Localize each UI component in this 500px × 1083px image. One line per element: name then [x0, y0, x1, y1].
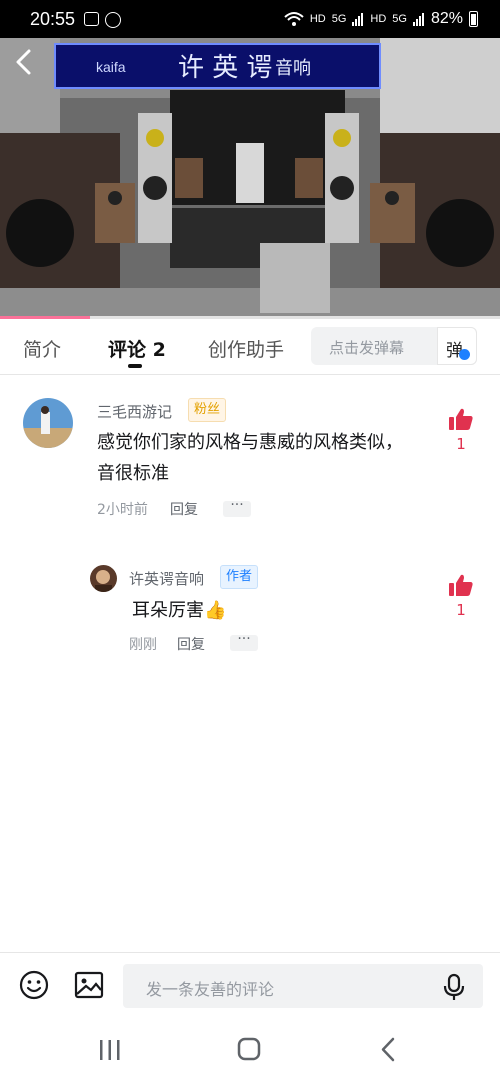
reply-username[interactable]: 许英谔音响 [129, 568, 204, 589]
back-icon [16, 49, 31, 75]
banner-brand-text: kaifa [96, 59, 126, 75]
emoji-button[interactable] [18, 969, 50, 1001]
comment-text[interactable]: 感觉你们家的风格与惠威的风格类似，音很标准 [97, 427, 407, 489]
author-badge: 作者 [220, 565, 259, 589]
tab-active-indicator [128, 364, 142, 368]
network-hd-label: HD [309, 13, 326, 25]
thumbs-up-icon [449, 408, 473, 430]
image-icon [74, 971, 104, 999]
avatar-image [90, 565, 117, 592]
banner-sub-text: 音响 [275, 58, 311, 79]
avatar[interactable] [23, 398, 73, 448]
back-button[interactable] [8, 44, 38, 80]
home-icon [237, 1037, 261, 1061]
fans-badge: 粉丝 [188, 398, 227, 422]
voice-input-button[interactable] [443, 973, 465, 1001]
thumbs-up-icon [449, 574, 473, 596]
comment-item: 三毛西游记 粉丝 感觉你们家的风格与惠威的风格类似，音很标准 2小时前 回复 ·… [0, 393, 500, 533]
gallery-notification-icon [84, 12, 99, 26]
wifi-icon [284, 12, 304, 26]
danmaku-toggle-button[interactable]: 弹 [437, 327, 477, 365]
comment-bar: 发一条友善的评论 [0, 952, 500, 1018]
avatar[interactable] [90, 565, 117, 592]
reply-button[interactable]: 回复 [170, 499, 198, 519]
danmaku-check-icon [459, 349, 470, 360]
avatar-image [23, 398, 73, 448]
mic-icon [443, 973, 465, 1000]
reply-time: 刚刚 [129, 637, 157, 653]
like-count: 1 [456, 601, 466, 619]
battery-icon [469, 11, 478, 27]
network-5g-label: 5G [331, 13, 347, 25]
signal-icon [352, 13, 364, 26]
more-options-button[interactable]: ··· [230, 632, 258, 651]
emoji-icon [19, 970, 49, 1000]
comment-time: 2小时前 [97, 502, 148, 518]
network-5g-label-2: 5G [392, 13, 407, 25]
comment-input-placeholder: 发一条友善的评论 [146, 980, 275, 999]
recent-apps-icon [100, 1040, 120, 1060]
comment-username[interactable]: 三毛西游记 [97, 401, 172, 422]
nav-back-icon [381, 1037, 395, 1062]
image-button[interactable] [73, 969, 105, 1001]
reply-item: 许英谔音响 作者 耳朵厉害👍 刚刚 回复 ··· 1 [0, 563, 500, 663]
like-button[interactable] [448, 573, 474, 597]
home-button[interactable] [234, 1036, 264, 1064]
tab-creator-assistant[interactable]: 创作助手 [208, 335, 284, 362]
like-count: 1 [456, 435, 466, 453]
network-hd-label-2: HD [370, 13, 387, 25]
recent-apps-button[interactable] [95, 1036, 125, 1064]
signal-icon-2 [412, 13, 424, 26]
more-options-button[interactable]: ··· [223, 498, 251, 517]
danmaku-input[interactable]: 点击发弹幕 弹 [311, 327, 477, 365]
comment-input[interactable]: 发一条友善的评论 [123, 964, 483, 1008]
nav-back-button[interactable] [374, 1036, 404, 1064]
reply-button[interactable]: 回复 [177, 634, 205, 654]
system-nav-bar [0, 1018, 500, 1083]
tab-intro[interactable]: 简介 [23, 335, 61, 362]
like-button[interactable] [448, 407, 474, 431]
banner-title-text: 许 英 谔 [178, 53, 273, 83]
idm-notification-icon [105, 12, 121, 28]
tab-bar: 简介 评论 2 创作助手 点击发弹幕 弹 [0, 319, 500, 375]
video-player[interactable]: kaifa 许 英 谔 音响 [0, 38, 500, 316]
danmaku-placeholder: 点击发弹幕 [329, 339, 405, 357]
battery-percent: 82% [430, 10, 463, 27]
video-frame: kaifa 许 英 谔 音响 [0, 38, 500, 316]
status-time: 20:55 [30, 9, 76, 29]
reply-text[interactable]: 耳朵厉害👍 [132, 595, 392, 626]
status-bar: 20:55 HD 5G HD 5G 82% [0, 0, 500, 38]
tab-comments[interactable]: 评论 2 [108, 335, 166, 362]
